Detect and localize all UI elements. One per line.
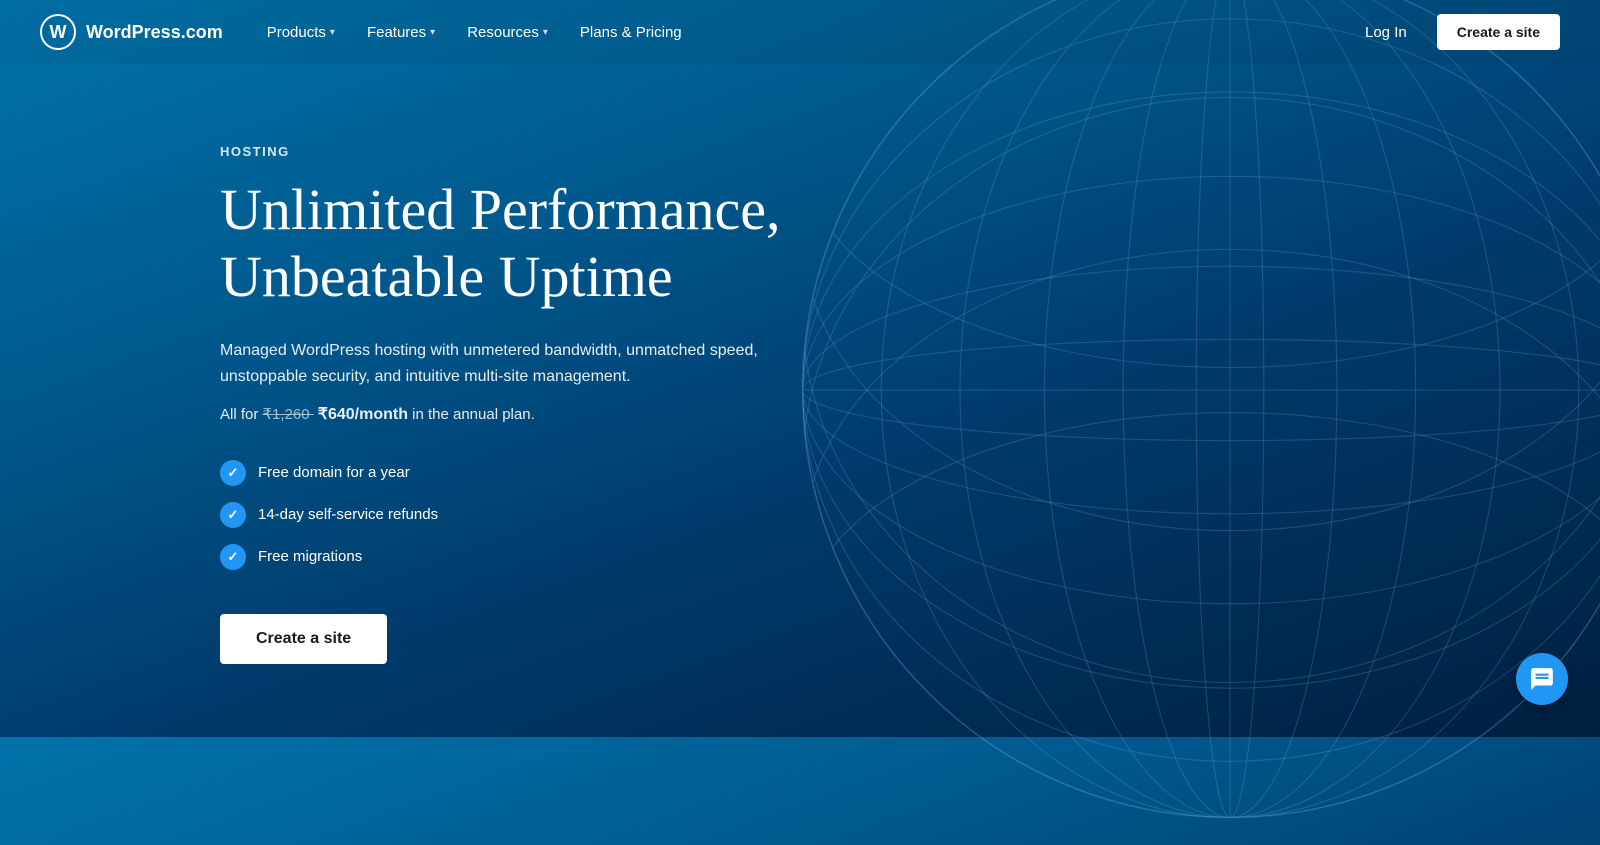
nav-item-products[interactable]: Products ▾ — [253, 16, 349, 49]
hero-description: Managed WordPress hosting with unmetered… — [220, 338, 820, 389]
check-icon-0: ✓ — [220, 460, 246, 486]
chat-icon — [1529, 666, 1555, 692]
hero-title: Unlimited Performance, Unbeatable Uptime — [220, 177, 820, 310]
sale-price: ₹640/month — [318, 406, 408, 423]
check-icon-2: ✓ — [220, 544, 246, 570]
navigation: W WordPress.com Products ▾ Features ▾ Re… — [0, 0, 1600, 64]
wordpress-logo-icon: W — [40, 14, 76, 50]
login-link[interactable]: Log In — [1351, 16, 1421, 49]
wordpress-logo[interactable]: W WordPress.com — [40, 14, 223, 50]
nav-item-resources[interactable]: Resources ▾ — [453, 16, 562, 49]
hero-features-list: ✓ Free domain for a year ✓ 14-day self-s… — [220, 460, 820, 570]
nav-links: Products ▾ Features ▾ Resources ▾ Plans … — [253, 16, 1351, 49]
chat-button[interactable] — [1516, 653, 1568, 705]
resources-chevron-icon: ▾ — [543, 27, 548, 38]
original-price: ₹1,260 — [263, 406, 314, 423]
hero-create-site-button[interactable]: Create a site — [220, 614, 387, 664]
feature-label-1: 14-day self-service refunds — [258, 506, 438, 523]
nav-item-features[interactable]: Features ▾ — [353, 16, 449, 49]
nav-right: Log In Create a site — [1351, 14, 1560, 50]
feature-item-2: ✓ Free migrations — [220, 544, 820, 570]
nav-create-site-button[interactable]: Create a site — [1437, 14, 1560, 50]
hero-section: HOSTING Unlimited Performance, Unbeatabl… — [0, 64, 820, 724]
hero-title-line2: Unbeatable Uptime — [220, 244, 673, 309]
check-icon-1: ✓ — [220, 502, 246, 528]
hero-pricing: All for ₹1,260 ₹640/month in the annual … — [220, 404, 820, 424]
feature-item-0: ✓ Free domain for a year — [220, 460, 820, 486]
products-chevron-icon: ▾ — [330, 27, 335, 38]
nav-item-plans-pricing[interactable]: Plans & Pricing — [566, 16, 696, 49]
hero-title-line1: Unlimited Performance, — [220, 177, 781, 242]
feature-item-1: ✓ 14-day self-service refunds — [220, 502, 820, 528]
wordpress-logo-text: WordPress.com — [86, 22, 223, 43]
hero-eyebrow: HOSTING — [220, 144, 820, 159]
globe-decoration — [780, 0, 1600, 790]
features-chevron-icon: ▾ — [430, 27, 435, 38]
feature-label-2: Free migrations — [258, 548, 362, 565]
pricing-prefix: All for — [220, 406, 263, 423]
pricing-suffix: in the annual plan. — [408, 406, 535, 423]
feature-label-0: Free domain for a year — [258, 464, 410, 481]
